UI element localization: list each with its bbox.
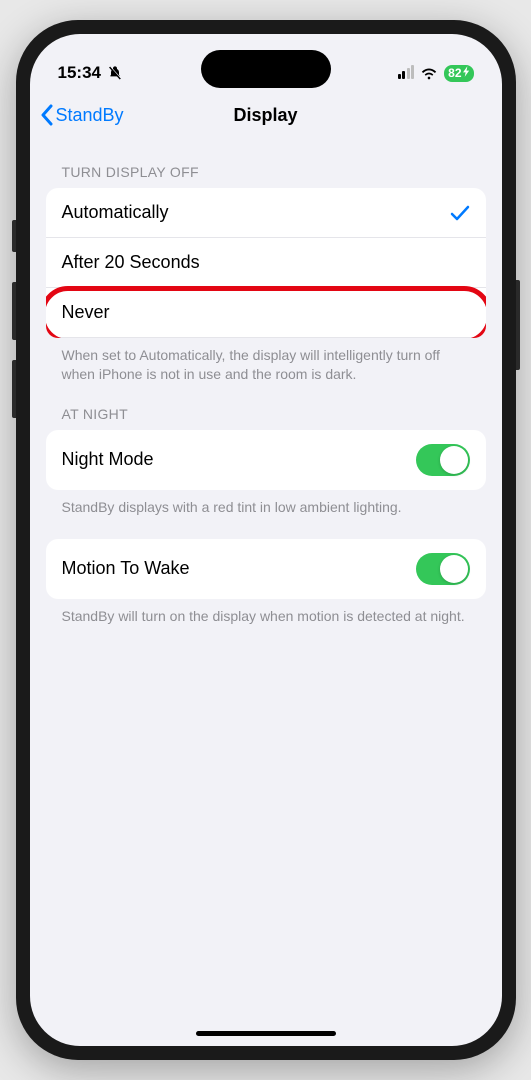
option-label: Never: [62, 302, 110, 323]
charging-icon: [463, 66, 470, 80]
status-time: 15:34: [58, 63, 101, 83]
cellular-icon: [398, 67, 415, 79]
motion-footer: StandBy will turn on the display when mo…: [46, 599, 486, 626]
motion-label: Motion To Wake: [62, 558, 190, 579]
section-header-turn-off: TURN DISPLAY OFF: [46, 142, 486, 188]
night-mode-label: Night Mode: [62, 449, 154, 470]
wifi-icon: [420, 67, 438, 80]
phone-frame: 15:34 82: [16, 20, 516, 1060]
turn-display-off-group: Automatically After 20 Seconds Never: [46, 188, 486, 338]
content: TURN DISPLAY OFF Automatically After 20 …: [30, 142, 502, 626]
home-indicator[interactable]: [196, 1031, 336, 1036]
page-title: Display: [233, 105, 297, 126]
night-mode-footer: StandBy displays with a red tint in low …: [46, 490, 486, 517]
dynamic-island: [201, 50, 331, 88]
option-label: After 20 Seconds: [62, 252, 200, 273]
option-automatically[interactable]: Automatically: [46, 188, 486, 238]
motion-to-wake-row: Motion To Wake: [46, 539, 486, 599]
option-label: Automatically: [62, 202, 169, 223]
power-button[interactable]: [516, 280, 520, 370]
chevron-left-icon: [40, 104, 54, 126]
side-buttons-left: [12, 220, 16, 438]
motion-to-wake-toggle[interactable]: [416, 553, 470, 585]
battery-percent: 82: [448, 66, 461, 80]
volume-up-button[interactable]: [12, 282, 16, 340]
night-mode-toggle[interactable]: [416, 444, 470, 476]
night-mode-row: Night Mode: [46, 430, 486, 490]
status-right: 82: [398, 65, 474, 82]
battery-indicator: 82: [444, 65, 473, 82]
option-after-20-seconds[interactable]: After 20 Seconds: [46, 238, 486, 288]
motion-group: Motion To Wake: [46, 539, 486, 599]
nav-bar: StandBy Display: [30, 92, 502, 142]
side-buttons-right: [516, 280, 520, 370]
silent-switch[interactable]: [12, 220, 16, 252]
status-left: 15:34: [58, 63, 123, 83]
option-never[interactable]: Never: [46, 288, 486, 338]
at-night-group: Night Mode: [46, 430, 486, 490]
volume-down-button[interactable]: [12, 360, 16, 418]
back-label: StandBy: [56, 105, 124, 126]
silent-icon: [107, 65, 123, 81]
checkmark-icon: [450, 204, 470, 222]
back-button[interactable]: StandBy: [40, 104, 124, 126]
section-header-at-night: AT NIGHT: [46, 384, 486, 430]
turn-off-footer: When set to Automatically, the display w…: [46, 338, 486, 384]
screen: 15:34 82: [30, 34, 502, 1046]
